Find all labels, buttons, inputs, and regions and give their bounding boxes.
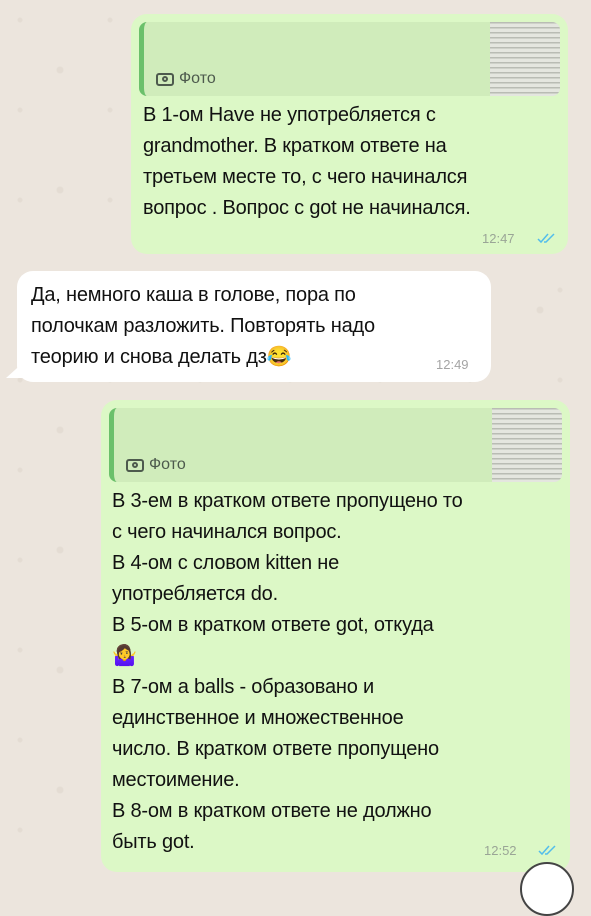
photo-quote-2[interactable]: Фото: [109, 408, 562, 482]
outgoing-message-1[interactable]: Фото В 1-ом Have не употребляется с gran…: [131, 14, 568, 254]
message-time-1: 12:47: [482, 231, 515, 246]
outgoing-message-2[interactable]: Фото В 3-ем в кратком ответе пропущено т…: [101, 400, 570, 872]
photo-thumbnail-1[interactable]: [490, 22, 560, 96]
quote-label-text-1: Фото: [179, 70, 216, 87]
photo-quote-1[interactable]: Фото: [139, 22, 560, 96]
camera-icon: [126, 458, 144, 472]
message-time-2: 12:49: [436, 357, 469, 372]
message-time-3: 12:52: [484, 843, 517, 858]
message-text-1: В 1-ом Have не употребляется с grandmoth…: [143, 104, 471, 219]
quote-label-1: Фото: [156, 70, 216, 88]
scroll-down-button[interactable]: [520, 862, 574, 916]
double-check-read-icon: [538, 845, 556, 856]
photo-thumbnail-2[interactable]: [492, 408, 562, 482]
double-check-read-icon: [537, 233, 555, 244]
message-text-3: В 3-ем в кратком ответе пропущено то с ч…: [112, 490, 463, 853]
quote-label-text-2: Фото: [149, 456, 186, 473]
quote-label-2: Фото: [126, 456, 186, 474]
message-text-2: Да, немного каша в голове, пора по полоч…: [31, 284, 375, 368]
camera-icon: [156, 72, 174, 86]
incoming-message-1[interactable]: Да, немного каша в голове, пора по полоч…: [17, 271, 491, 382]
